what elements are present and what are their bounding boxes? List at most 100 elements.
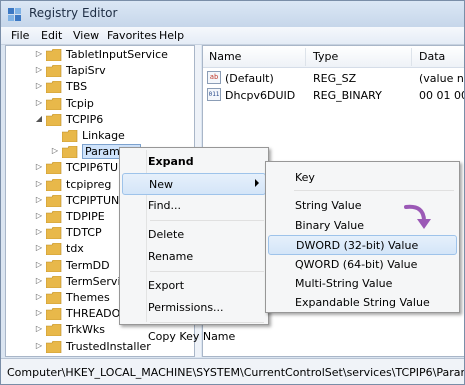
list-row[interactable]: ab (Default) REG_SZ (value not	[203, 70, 464, 87]
folder-icon	[46, 194, 62, 207]
expand-arrow-icon[interactable]: ▷	[34, 98, 44, 108]
context-menu-expand[interactable]: Expand	[122, 151, 266, 173]
tree-item-label: TCPIPTUN	[66, 193, 120, 207]
folder-icon	[46, 324, 62, 337]
context-menu-label: Find...	[148, 199, 182, 212]
context-menu-find[interactable]: Find...	[122, 195, 266, 217]
expand-arrow-icon[interactable]: ▷	[34, 211, 44, 221]
tree-item[interactable]: ▷ TabletInputService	[6, 47, 194, 63]
tree-item-label: TermServic	[66, 274, 127, 288]
tree-item[interactable]: ▷ TapiSrv	[6, 63, 194, 79]
expand-arrow-icon[interactable]: ▷	[34, 292, 44, 302]
folder-icon	[46, 211, 62, 223]
expand-arrow-icon[interactable]: ▷	[34, 65, 44, 75]
list-header: Name Type Data	[203, 46, 464, 68]
menu-separator	[150, 271, 264, 272]
folder-icon	[46, 243, 62, 256]
submenu-label: Binary Value	[295, 218, 365, 232]
menu-view[interactable]: View	[73, 28, 99, 43]
open-folder-icon	[46, 113, 62, 126]
tree-item-label: TDPIPE	[66, 210, 105, 223]
new-expandable-string-value[interactable]: Expandable String Value	[268, 293, 457, 313]
expand-arrow-icon[interactable]: ▷	[34, 243, 44, 253]
tree-item[interactable]: ▷ Tcpip	[6, 96, 194, 112]
menu-separator	[294, 190, 454, 192]
expand-arrow-icon[interactable]: ▷	[50, 146, 60, 156]
new-dword-32-bit-value[interactable]: DWORD (32-bit) Value	[268, 235, 457, 256]
context-menu-new[interactable]: New	[122, 173, 266, 195]
folder-icon	[62, 146, 78, 159]
expand-arrow-icon[interactable]: ▷	[34, 341, 44, 351]
expand-arrow-icon[interactable]: ▷	[34, 260, 44, 270]
context-menu-label: Copy Key Name	[148, 330, 236, 343]
context-menu-permissions[interactable]: Permissions...	[122, 297, 266, 319]
context-menu-label: Export	[148, 279, 185, 292]
column-divider[interactable]	[305, 48, 306, 66]
menu-separator	[150, 322, 264, 323]
submenu-label: String Value	[295, 199, 362, 213]
collapse-arrow-icon[interactable]: ◢	[34, 114, 44, 124]
folder-icon	[46, 178, 62, 191]
menu-bar: File Edit View Favorites Help	[1, 27, 464, 45]
expand-arrow-icon[interactable]: ▷	[34, 324, 44, 334]
context-menu-label: Permissions...	[148, 301, 224, 314]
string-value-icon: ab	[207, 71, 221, 84]
expand-arrow-icon[interactable]: ▷	[34, 49, 44, 59]
context-menu-delete[interactable]: Delete	[122, 224, 266, 246]
expand-arrow-icon[interactable]: ▷	[34, 81, 44, 91]
new-key[interactable]: Key	[268, 168, 457, 188]
context-menu-rename[interactable]: Rename	[122, 246, 266, 268]
value-data: 00 01 00 01	[419, 89, 464, 102]
expand-arrow-icon[interactable]: ▷	[34, 195, 44, 205]
expand-arrow-icon[interactable]: ▷	[34, 227, 44, 237]
value-data: (value not	[419, 72, 464, 85]
binary-value-icon: 011	[207, 88, 221, 101]
menu-favorites[interactable]: Favorites	[107, 28, 157, 43]
list-row[interactable]: 011 Dhcpv6DUID REG_BINARY 00 01 00 01	[203, 87, 464, 104]
folder-icon	[46, 340, 62, 353]
tree-item-label: Tcpip	[66, 96, 94, 110]
tree-item-label: TCPIP6	[66, 112, 104, 126]
context-menu-export[interactable]: Export	[122, 275, 266, 297]
new-multi-string-value[interactable]: Multi-String Value	[268, 274, 457, 294]
context-menu-copy-key-name[interactable]: Copy Key Name	[122, 326, 266, 348]
key-path: Computer\HKEY_LOCAL_MACHINE\SYSTEM\Curre…	[7, 366, 465, 379]
column-header-type[interactable]: Type	[313, 50, 338, 63]
new-qword-64-bit-value[interactable]: QWORD (64-bit) Value	[268, 255, 457, 275]
registry-editor-icon	[8, 8, 21, 21]
folder-icon	[46, 97, 62, 110]
submenu-label: DWORD (32-bit) Value	[296, 239, 419, 253]
tree-item-label: tcpipreg	[66, 177, 112, 191]
tree-item[interactable]: ◢ TCPIP6	[6, 112, 194, 128]
menu-separator	[150, 220, 264, 221]
tree-item-label: TBS	[66, 80, 88, 94]
tree-item[interactable]: ▷ TBS	[6, 79, 194, 95]
tree-item-label: TDTCP	[66, 226, 102, 240]
context-menu-label: New	[149, 178, 173, 191]
folder-icon	[46, 162, 62, 175]
column-header-data[interactable]: Data	[419, 50, 445, 63]
expand-arrow-icon[interactable]: ▷	[34, 308, 44, 318]
menu-file[interactable]: File	[11, 28, 29, 43]
column-header-name[interactable]: Name	[209, 50, 241, 63]
menu-edit[interactable]: Edit	[41, 28, 62, 43]
column-divider[interactable]	[411, 48, 412, 66]
folder-icon	[46, 65, 62, 78]
value-type: REG_SZ	[313, 72, 357, 85]
folder-icon	[46, 81, 62, 94]
tree-item-label: Themes	[66, 291, 110, 304]
expand-arrow-icon[interactable]: ▷	[34, 179, 44, 189]
expand-arrow-icon[interactable]: ▷	[34, 276, 44, 286]
new-submenu: Key String Value Binary Value DWORD (32-bit…	[265, 161, 460, 313]
tree-item-label: TrkWks	[66, 323, 105, 337]
tree-item-label: tdx	[66, 242, 84, 256]
menu-help[interactable]: Help	[159, 28, 184, 43]
tree-item-label: TapiSrv	[66, 64, 106, 78]
folder-icon	[46, 49, 62, 61]
folder-icon	[46, 308, 62, 321]
folder-icon	[62, 130, 78, 142]
submenu-label: QWORD (64-bit) Value	[295, 257, 418, 271]
expand-arrow-icon[interactable]: ▷	[34, 162, 44, 172]
value-name: Dhcpv6DUID	[225, 89, 296, 102]
tree-item[interactable]: Linkage	[6, 128, 194, 144]
